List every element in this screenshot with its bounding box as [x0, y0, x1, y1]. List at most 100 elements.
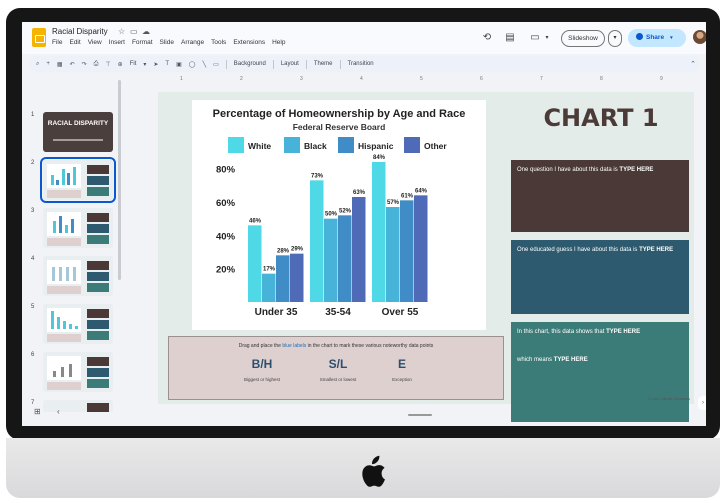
slide-heading[interactable]: CHART 1 [508, 104, 694, 132]
label-biggest[interactable]: B/H Biggest or highest [227, 357, 297, 382]
toolbar: ⌕ + ▦ ↶ ↷ ⎙ ⊤ ⊕ Fit ▾ ➤ T ▣ ◯ ╲ ▭ Backgr… [28, 56, 700, 72]
slide-number: 2 [31, 160, 35, 166]
question-text-box[interactable]: One question I have about this data is T… [511, 160, 689, 232]
slide-thumbnail-7[interactable] [43, 400, 113, 412]
bar-value-label: 50% [325, 212, 338, 218]
bar [310, 180, 324, 302]
slide-number: 5 [31, 304, 35, 310]
chevron-down-icon[interactable]: ▾ [540, 31, 554, 45]
shape-icon[interactable]: ◯ [189, 61, 196, 68]
transition-button[interactable]: Transition [348, 61, 374, 67]
slideshow-options-button[interactable]: ▾ [608, 30, 622, 47]
layout-button[interactable]: Layout [281, 61, 299, 67]
filmstrip-scrollbar[interactable] [118, 80, 121, 280]
move-folder-icon[interactable]: ▭ [130, 27, 138, 36]
comments-icon[interactable]: ▤ [503, 31, 517, 45]
bar [386, 207, 400, 302]
background-button[interactable]: Background [234, 61, 266, 67]
label-smallest[interactable]: S/L Smallest or lowest [303, 357, 373, 382]
guess-placeholder[interactable]: TYPE HERE [639, 247, 673, 253]
means-placeholder[interactable]: TYPE HERE [554, 357, 588, 363]
slide-thumbnail-1[interactable]: RACIAL DISPARITY [43, 112, 113, 152]
slide-thumbnail-4[interactable] [43, 256, 113, 296]
chart-card[interactable]: Percentage of Homeownership by Age and R… [192, 100, 486, 330]
ruler-tick: 3 [300, 76, 303, 82]
image-icon[interactable]: ▣ [176, 61, 182, 68]
ruler-tick: 5 [420, 76, 423, 82]
screen: Racial Disparity ☆ ▭ ☁ File Edit View In… [22, 22, 706, 426]
zoom-icon[interactable]: ⊕ [118, 61, 123, 68]
divider [305, 59, 307, 69]
slide-number: 6 [31, 352, 35, 358]
avatar[interactable] [693, 30, 706, 44]
ruler-tick: 2 [240, 76, 243, 82]
label-code[interactable]: E [367, 357, 437, 371]
print-icon[interactable]: ⎙ [94, 61, 99, 68]
share-button[interactable]: Share ▾ [628, 29, 686, 47]
menu-view[interactable]: View [88, 39, 102, 46]
comment-add-icon[interactable]: ▭ [213, 61, 219, 68]
menu-format[interactable]: Format [132, 39, 153, 46]
side-panel-toggle-icon[interactable]: › [698, 396, 706, 410]
menu-insert[interactable]: Insert [109, 39, 125, 46]
slide-number: 7 [31, 400, 35, 406]
text-box-icon[interactable]: T [165, 61, 169, 67]
legend-label: Other [424, 141, 447, 151]
shows-text-box[interactable]: In this chart, this data shows that TYPE… [511, 322, 689, 422]
slide-canvas[interactable]: Percentage of Homeownership by Age and R… [158, 92, 694, 422]
search-menus-icon[interactable]: ⌕ [36, 61, 39, 68]
undo-icon[interactable]: ↶ [70, 61, 75, 68]
bar [400, 200, 414, 302]
slides-logo-icon[interactable] [32, 28, 46, 47]
y-tick-label: 60% [216, 198, 236, 209]
label-exception[interactable]: E Exception [367, 357, 437, 382]
theme-button[interactable]: Theme [314, 61, 333, 67]
label-code[interactable]: B/H [227, 357, 297, 371]
slide-thumbnail-2[interactable] [40, 157, 116, 203]
slide-thumbnail-6[interactable] [43, 352, 113, 392]
slide-thumbnail-5[interactable] [43, 304, 113, 344]
line-icon[interactable]: ╲ [202, 61, 206, 68]
menu-tools[interactable]: Tools [211, 39, 226, 46]
new-slide-icon[interactable]: + [46, 61, 50, 67]
version-history-icon[interactable]: ⟲ [480, 31, 494, 45]
thumbnail-chart [47, 164, 81, 188]
bar-value-label: 52% [339, 208, 352, 214]
thumbnail-chart [47, 356, 81, 380]
shows-placeholder[interactable]: TYPE HERE [606, 329, 640, 335]
new-slide-options-icon[interactable]: ▦ [57, 61, 63, 68]
grid-view-icon[interactable]: ⊞ [34, 407, 41, 416]
shows-prompt: In this chart, this data shows that [517, 329, 605, 335]
menu-arrange[interactable]: Arrange [181, 39, 204, 46]
bar [276, 255, 290, 302]
redo-icon[interactable]: ↷ [82, 61, 87, 68]
menu-slide[interactable]: Slide [160, 39, 174, 46]
label-code[interactable]: S/L [303, 357, 373, 371]
ruler-tick: 7 [540, 76, 543, 82]
menu-extensions[interactable]: Extensions [233, 39, 265, 46]
zoom-select[interactable]: Fit [130, 61, 137, 67]
chevron-down-icon[interactable]: ▾ [143, 61, 146, 68]
slideshow-button[interactable]: Slideshow [561, 30, 605, 47]
globe-icon [636, 33, 643, 40]
chevron-up-icon[interactable]: ⌃ [690, 60, 696, 68]
slide-thumbnail-subtitle [53, 139, 103, 141]
paint-format-icon[interactable]: ⊤ [105, 61, 110, 68]
menu-edit[interactable]: Edit [69, 39, 80, 46]
cloud-status-icon[interactable]: ☁ [142, 27, 150, 36]
legend-swatch [228, 137, 244, 153]
chevron-left-icon[interactable]: ‹ [57, 407, 60, 416]
document-title[interactable]: Racial Disparity [52, 27, 108, 36]
means-line: which means TYPE HERE [517, 356, 588, 364]
label-description: Biggest or highest [243, 377, 281, 382]
apple-logo-icon [362, 455, 385, 487]
select-cursor-icon[interactable]: ➤ [153, 61, 158, 68]
question-placeholder[interactable]: TYPE HERE [619, 167, 653, 173]
guess-text-box[interactable]: One educated guess I have about this dat… [511, 240, 689, 314]
slide-thumbnail-3[interactable] [43, 208, 113, 248]
star-icon[interactable]: ☆ [118, 27, 125, 36]
horizontal-scrollbar[interactable] [408, 414, 432, 416]
menu-file[interactable]: File [52, 39, 62, 46]
ruler: 1 2 3 4 5 6 7 8 9 [130, 76, 698, 86]
menu-help[interactable]: Help [272, 39, 285, 46]
